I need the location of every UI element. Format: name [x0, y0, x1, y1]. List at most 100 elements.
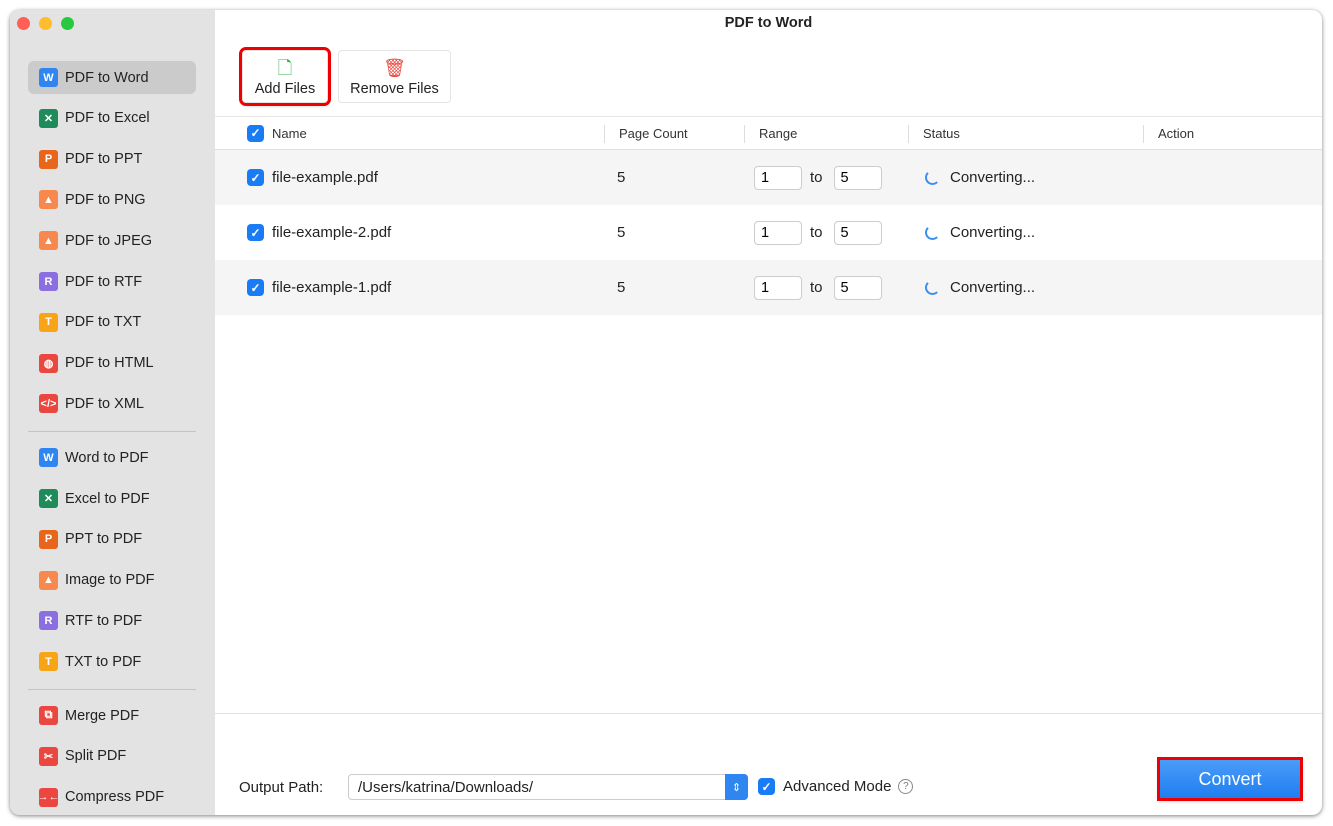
sidebar-item-txt-to-pdf[interactable]: T TXT to PDF: [28, 645, 196, 678]
advanced-mode-checkbox[interactable]: ✓: [758, 778, 775, 795]
header-action: Action: [1158, 125, 1195, 141]
remove-files-label: Remove Files: [350, 81, 439, 97]
row-checkbox[interactable]: ✓: [247, 279, 264, 296]
pdf-to-html-icon: ◍: [39, 353, 58, 373]
sidebar-item-label: Excel to PDF: [65, 490, 150, 507]
row-checkbox[interactable]: ✓: [247, 224, 264, 241]
status-text: Converting...: [950, 224, 1036, 241]
trash-icon: 🗑: [383, 58, 406, 78]
ppt-to-pdf-icon: P: [39, 529, 58, 549]
sidebar-item-label: PDF to RTF: [65, 273, 143, 290]
sidebar-item-excel-to-pdf[interactable]: ✕ Excel to PDF: [28, 482, 196, 515]
range-from-input[interactable]: [754, 275, 802, 300]
range-from-input[interactable]: [754, 165, 802, 190]
pdf-to-txt-icon: T: [39, 312, 58, 332]
header-name: Name: [272, 125, 307, 141]
sidebar-item-pdf-to-png[interactable]: ▲ PDF to PNG: [28, 183, 196, 216]
main-panel: PDF to Word 🗋 Add Files 🗑 Remove Files ✓…: [215, 10, 1322, 815]
table-header: ✓ Name Page Count Range Status Action: [215, 116, 1322, 150]
pdf-to-jpeg-icon: ▲: [39, 231, 58, 251]
footer: Output Path: /Users/katrina/Downloads/ ⇕…: [215, 713, 1322, 815]
sidebar-item-label: PDF to TXT: [65, 314, 142, 331]
help-icon[interactable]: ?: [898, 779, 914, 794]
sidebar-item-label: PDF to JPEG: [65, 232, 153, 249]
sidebar-item-label: PPT to PDF: [65, 531, 143, 548]
close-window-button[interactable]: [17, 17, 30, 30]
sidebar-item-label: PDF to PNG: [65, 191, 146, 208]
pdf-to-excel-icon: ✕: [39, 108, 58, 128]
page-count: 5: [617, 224, 626, 241]
word-to-pdf-icon: W: [39, 448, 58, 468]
sidebar-item-pdf-to-xml[interactable]: </> PDF to XML: [28, 387, 196, 420]
advanced-mode-label: Advanced Mode: [783, 778, 892, 795]
zoom-window-button[interactable]: [61, 17, 74, 30]
add-files-button[interactable]: 🗋 Add Files: [239, 47, 331, 106]
excel-to-pdf-icon: ✕: [39, 489, 58, 508]
sidebar-item-pdf-to-word[interactable]: W PDF to Word: [28, 61, 196, 94]
file-name: file-example-2.pdf: [272, 224, 392, 241]
range-to-input[interactable]: [833, 275, 882, 300]
sidebar-item-pdf-to-jpeg[interactable]: ▲ PDF to JPEG: [28, 224, 196, 257]
window-controls: [17, 17, 74, 30]
range-separator: to: [810, 169, 823, 186]
chevron-updown-icon[interactable]: ⇕: [725, 774, 748, 800]
convert-button[interactable]: Convert: [1157, 757, 1303, 801]
image-to-pdf-icon: ▲: [39, 570, 58, 590]
sidebar-item-pdf-to-txt[interactable]: T PDF to TXT: [28, 306, 196, 339]
file-name: file-example-1.pdf: [272, 279, 392, 296]
pdf-to-word-icon: W: [39, 68, 58, 87]
add-file-icon: 🗋: [277, 58, 293, 78]
sidebar-item-label: PDF to PPT: [65, 151, 143, 168]
sidebar-item-pdf-to-excel[interactable]: ✕ PDF to Excel: [28, 102, 196, 135]
sidebar-item-split-pdf[interactable]: ✂ Split PDF: [28, 740, 196, 773]
sidebar-item-label: PDF to XML: [65, 395, 144, 412]
sidebar-divider: [28, 689, 196, 690]
sidebar-item-label: PDF to Excel: [65, 110, 150, 127]
add-files-label: Add Files: [254, 81, 316, 97]
sidebar-item-compress-pdf[interactable]: →← Compress PDF: [28, 781, 196, 814]
sidebar-item-ppt-to-pdf[interactable]: P PPT to PDF: [28, 523, 196, 556]
app-window: W PDF to Word ✕ PDF to Excel P PDF to PPT ▲ PDF…: [10, 10, 1322, 815]
table-row[interactable]: ✓ file-example-2.pdf 5 to Converting...: [215, 205, 1322, 260]
sidebar-item-pdf-to-rtf[interactable]: R PDF to RTF: [28, 265, 196, 298]
split-pdf-icon: ✂: [39, 746, 58, 766]
sidebar-item-rtf-to-pdf[interactable]: R RTF to PDF: [28, 604, 196, 637]
header-range: Range: [759, 125, 798, 141]
sidebar-item-label: TXT to PDF: [65, 653, 142, 670]
range-separator: to: [810, 279, 823, 296]
compress-pdf-icon: →←: [38, 787, 60, 807]
rtf-to-pdf-icon: R: [39, 611, 58, 631]
spinner-icon: [925, 225, 940, 240]
sidebar-item-label: Split PDF: [65, 748, 127, 765]
table-row[interactable]: ✓ file-example-1.pdf 5 to Converting...: [215, 260, 1322, 315]
output-path-label: Output Path:: [239, 779, 324, 796]
sidebar-item-word-to-pdf[interactable]: W Word to PDF: [28, 441, 196, 474]
pdf-to-xml-icon: </>: [39, 394, 58, 414]
pdf-to-rtf-icon: R: [39, 272, 58, 291]
range-to-input[interactable]: [833, 165, 882, 190]
sidebar-item-image-to-pdf[interactable]: ▲ Image to PDF: [28, 564, 196, 597]
sidebar-divider: [28, 431, 196, 433]
output-path-value: /Users/katrina/Downloads/: [358, 778, 534, 796]
sidebar-item-merge-pdf[interactable]: ⧉ Merge PDF: [28, 699, 196, 732]
sidebar-item-label: PDF to Word: [65, 69, 149, 86]
row-checkbox[interactable]: ✓: [247, 169, 264, 186]
sidebar-item-label: Merge PDF: [65, 707, 140, 724]
remove-files-button[interactable]: 🗑 Remove Files: [338, 50, 451, 103]
header-page-count: Page Count: [619, 125, 688, 141]
sidebar-item-pdf-to-html[interactable]: ◍ PDF to HTML: [28, 347, 196, 380]
minimize-window-button[interactable]: [39, 17, 52, 30]
range-from-input[interactable]: [754, 220, 802, 245]
spinner-icon: [925, 170, 940, 185]
output-path-select[interactable]: /Users/katrina/Downloads/ ⇕: [348, 774, 748, 800]
sidebar-item-label: Word to PDF: [65, 449, 149, 466]
sidebar-item-label: RTF to PDF: [65, 612, 143, 629]
sidebar-item-pdf-to-ppt[interactable]: P PDF to PPT: [28, 143, 196, 176]
window-title: PDF to Word: [724, 15, 813, 31]
select-all-checkbox[interactable]: ✓: [247, 124, 264, 142]
merge-pdf-icon: ⧉: [39, 706, 58, 725]
status-text: Converting...: [950, 169, 1036, 186]
table-row[interactable]: ✓ file-example.pdf 5 to Converting...: [215, 150, 1322, 205]
page-count: 5: [617, 169, 626, 186]
range-to-input[interactable]: [833, 220, 882, 245]
